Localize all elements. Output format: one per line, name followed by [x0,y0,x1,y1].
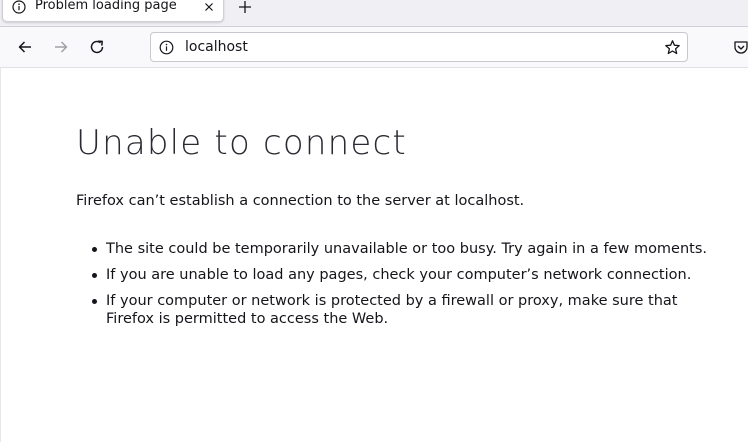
list-item: The site could be temporarily unavailabl… [92,240,721,258]
reload-icon[interactable] [88,38,106,56]
url-input[interactable]: localhost [185,39,248,56]
pocket-icon[interactable] [733,39,748,55]
star-icon[interactable] [664,39,681,56]
tab-title: Problem loading page [35,0,177,13]
close-icon[interactable] [202,0,216,13]
list-item: If your computer or network is protected… [92,292,721,328]
suggestion-list: The site could be temporarily unavailabl… [92,240,721,336]
address-bar[interactable]: localhost [150,32,688,62]
arrow-right-icon[interactable] [52,38,70,56]
navigation-toolbar: localhost [0,27,748,68]
arrow-left-icon[interactable] [16,38,34,56]
error-description: Firefox can’t establish a connection to … [76,193,525,209]
plus-icon[interactable] [236,0,254,16]
list-item: If you are unable to load any pages, che… [92,266,721,284]
info-icon[interactable] [159,40,174,55]
tab-strip: Problem loading page [0,0,748,27]
info-icon [12,0,26,14]
tab-problem-loading-page[interactable]: Problem loading page [2,0,224,22]
page-title: Unable to connect [76,123,407,163]
